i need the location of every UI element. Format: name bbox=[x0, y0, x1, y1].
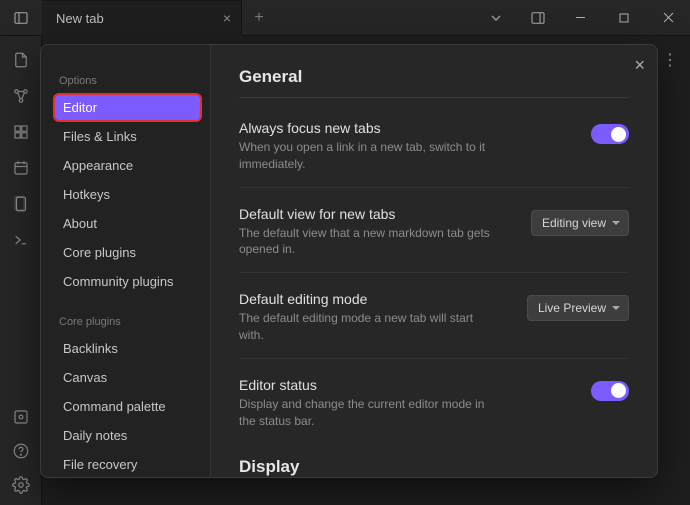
setting-default-view-new-tabs: Default view for new tabs The default vi… bbox=[239, 200, 629, 274]
setting-name: Default editing mode bbox=[239, 291, 513, 307]
more-options-icon[interactable]: ⋮ bbox=[662, 50, 678, 70]
graph-icon[interactable] bbox=[11, 86, 31, 106]
setting-name: Default view for new tabs bbox=[239, 206, 517, 222]
setting-name: Always focus new tabs bbox=[239, 120, 577, 136]
close-modal-icon[interactable]: × bbox=[634, 55, 645, 76]
dropdown-default-editing-mode[interactable]: Live Preview bbox=[527, 295, 629, 321]
close-window-button[interactable] bbox=[646, 0, 690, 36]
canvas-icon[interactable] bbox=[11, 122, 31, 142]
divider bbox=[239, 97, 629, 98]
settings-modal: Options Editor Files & Links Appearance … bbox=[40, 44, 658, 478]
sidebar-item-core-plugins[interactable]: Core plugins bbox=[55, 240, 200, 265]
toggle-editor-status[interactable] bbox=[591, 381, 629, 401]
settings-content: × General Always focus new tabs When you… bbox=[211, 45, 657, 477]
setting-always-focus-new-tabs: Always focus new tabs When you open a li… bbox=[239, 114, 629, 188]
settings-sidebar: Options Editor Files & Links Appearance … bbox=[41, 45, 211, 477]
tab-history-icon[interactable] bbox=[474, 0, 518, 36]
templates-icon[interactable] bbox=[11, 194, 31, 214]
setting-desc: When you open a link in a new tab, switc… bbox=[239, 139, 499, 173]
sidebar-item-hotkeys[interactable]: Hotkeys bbox=[55, 182, 200, 207]
sidebar-item-daily-notes[interactable]: Daily notes bbox=[55, 423, 200, 448]
setting-default-editing-mode: Default editing mode The default editing… bbox=[239, 285, 629, 359]
titlebar: New tab × + bbox=[0, 0, 690, 36]
window-controls bbox=[474, 0, 690, 36]
minimize-button[interactable] bbox=[558, 0, 602, 36]
sidebar-item-backlinks[interactable]: Backlinks bbox=[55, 336, 200, 361]
toggle-always-focus-new-tabs[interactable] bbox=[591, 124, 629, 144]
new-tab-button[interactable]: + bbox=[242, 0, 276, 36]
maximize-button[interactable] bbox=[602, 0, 646, 36]
sidebar-item-command-palette[interactable]: Command palette bbox=[55, 394, 200, 419]
core-plugins-group-header: Core plugins bbox=[59, 316, 200, 328]
close-tab-icon[interactable]: × bbox=[223, 10, 231, 26]
section-display-title: Display bbox=[239, 457, 629, 477]
panel-left-toggle[interactable] bbox=[0, 0, 42, 36]
left-ribbon bbox=[0, 36, 42, 505]
setting-desc: Display and change the current editor mo… bbox=[239, 396, 499, 430]
setting-desc: The default view that a new markdown tab… bbox=[239, 225, 499, 259]
options-group-header: Options bbox=[59, 75, 200, 87]
sidebar-item-editor[interactable]: Editor bbox=[55, 95, 200, 120]
sidebar-item-canvas[interactable]: Canvas bbox=[55, 365, 200, 390]
help-icon[interactable] bbox=[11, 441, 31, 461]
sidebar-item-community-plugins[interactable]: Community plugins bbox=[55, 269, 200, 294]
files-icon[interactable] bbox=[11, 50, 31, 70]
tab-label: New tab bbox=[56, 11, 104, 26]
vault-icon[interactable] bbox=[11, 407, 31, 427]
dropdown-default-view[interactable]: Editing view bbox=[531, 210, 629, 236]
sidebar-item-about[interactable]: About bbox=[55, 211, 200, 236]
settings-icon[interactable] bbox=[11, 475, 31, 495]
panel-right-toggle[interactable] bbox=[518, 0, 558, 36]
setting-name: Editor status bbox=[239, 377, 577, 393]
section-general-title: General bbox=[239, 67, 629, 87]
sidebar-item-files-links[interactable]: Files & Links bbox=[55, 124, 200, 149]
tab-new-tab[interactable]: New tab × bbox=[42, 0, 242, 36]
setting-editor-status: Editor status Display and change the cur… bbox=[239, 371, 629, 444]
sidebar-item-file-recovery[interactable]: File recovery bbox=[55, 452, 200, 477]
sidebar-item-appearance[interactable]: Appearance bbox=[55, 153, 200, 178]
command-palette-icon[interactable] bbox=[11, 230, 31, 250]
setting-desc: The default editing mode a new tab will … bbox=[239, 310, 499, 344]
daily-note-icon[interactable] bbox=[11, 158, 31, 178]
